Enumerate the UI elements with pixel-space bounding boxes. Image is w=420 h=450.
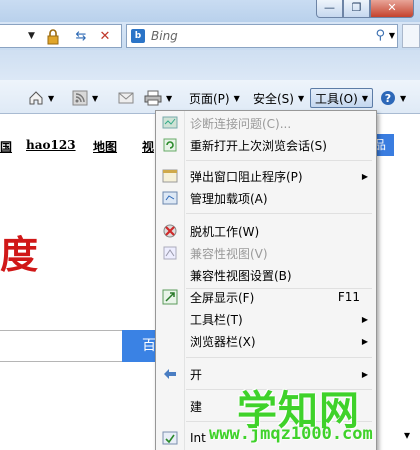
bing-logo-icon: b: [131, 29, 145, 43]
maximize-button[interactable]: ❐: [343, 0, 370, 18]
address-dropdown-icon[interactable]: ▼: [28, 31, 35, 41]
compat-view-icon: [163, 246, 177, 260]
search-dropdown-icon[interactable]: ▼: [389, 31, 395, 40]
lock-icon[interactable]: [46, 29, 60, 45]
internet-options-icon: [162, 431, 178, 445]
chevron-down-icon: ▼: [297, 93, 305, 103]
chevron-down-icon: ▼: [48, 93, 55, 103]
fullscreen-shortcut: F11: [337, 290, 360, 304]
feeds-button[interactable]: ▼: [72, 88, 98, 108]
submenu-arrow-icon: ▶: [361, 336, 368, 346]
watermark-url: www.jmqz1000.com: [209, 424, 373, 444]
stop-icon[interactable]: ✕: [96, 28, 114, 46]
safety-menu-button[interactable]: 安全(S) ▼: [253, 88, 304, 108]
svg-text:?: ?: [385, 92, 391, 105]
chevron-down-icon: ▼: [166, 93, 173, 103]
popup-blocker-icon: [162, 169, 178, 183]
offline-icon: [163, 224, 177, 238]
address-row: ▼ ⇆ ✕ b Bing ⚲ ▼: [0, 22, 420, 50]
search-icon[interactable]: ⚲: [375, 28, 385, 43]
address-bar[interactable]: ▼ ⇆ ✕: [0, 24, 122, 48]
logo-text: 度: [0, 233, 39, 277]
menu-item-manage-addons[interactable]: 管理加载项(A): [158, 187, 374, 209]
help-button[interactable]: ? ▼: [380, 88, 406, 108]
menu-item-fullscreen[interactable]: 全屏显示(F) F11: [158, 286, 374, 308]
search-placeholder: Bing: [151, 29, 178, 43]
nav-link[interactable]: 国: [0, 138, 12, 155]
addons-icon: [162, 191, 178, 205]
chevron-down-icon: ▼: [233, 93, 240, 103]
tab-scroll-button[interactable]: [402, 24, 420, 48]
menu-item-compat-settings[interactable]: 兼容性视图设置(B): [158, 264, 374, 286]
diagnose-icon: [162, 116, 178, 129]
chevron-down-icon: ▼: [361, 93, 368, 103]
search-box[interactable]: b Bing ⚲ ▼: [126, 24, 398, 48]
window-controls: — ❐ ✕: [316, 0, 414, 18]
menu-item-reopen-session[interactable]: 重新打开上次浏览会话(S): [158, 134, 374, 156]
chevron-down-icon: ▼: [92, 93, 99, 103]
tab-row: [0, 50, 420, 80]
menu-item-popup-blocker[interactable]: 弹出窗口阻止程序(P) ▶: [158, 165, 374, 187]
menu-item-compat-view[interactable]: 兼容性视图(V): [158, 242, 374, 264]
refresh-icon[interactable]: ⇆: [72, 28, 90, 46]
scroll-down-icon[interactable]: ▾: [398, 428, 416, 446]
chevron-down-icon: ▼: [400, 93, 407, 103]
safety-menu-label: 安全(S): [253, 91, 294, 106]
title-bar: — ❐ ✕: [0, 0, 420, 22]
close-button[interactable]: ✕: [370, 0, 414, 18]
developer-tools-icon: [164, 369, 176, 379]
fullscreen-icon: [162, 289, 178, 305]
tools-menu-button[interactable]: 工具(O) ▼: [310, 88, 373, 108]
minimize-button[interactable]: —: [316, 0, 343, 18]
submenu-arrow-icon: ▶: [361, 171, 368, 181]
mail-icon: [118, 92, 134, 104]
nav-link-hao123[interactable]: hao123: [26, 138, 76, 152]
printer-icon: [144, 90, 162, 106]
reopen-icon: [163, 138, 177, 152]
nav-link-map[interactable]: 地图: [93, 138, 117, 155]
mail-button[interactable]: [118, 88, 134, 108]
help-icon: ?: [381, 91, 395, 105]
home-icon: [29, 91, 43, 105]
menu-item-toolbars[interactable]: 工具栏(T) ▶: [158, 308, 374, 330]
menu-item-work-offline[interactable]: 脱机工作(W): [158, 220, 374, 242]
menu-item-diagnose[interactable]: 诊断连接问题(C)...: [158, 112, 374, 134]
rss-icon: [72, 90, 88, 106]
submenu-arrow-icon: ▶: [361, 314, 368, 324]
print-button[interactable]: ▼: [144, 88, 172, 108]
nav-link-video[interactable]: 视: [142, 138, 154, 155]
tools-menu-label: 工具(O): [315, 91, 358, 106]
page-menu-label: 页面(P): [189, 91, 230, 106]
menu-item-explorer-bars[interactable]: 浏览器栏(X) ▶: [158, 330, 374, 352]
submenu-arrow-icon: ▶: [361, 369, 368, 379]
home-button[interactable]: ▼: [28, 88, 54, 108]
page-menu-button[interactable]: 页面(P) ▼: [189, 88, 240, 108]
command-bar: ▼ ▼ ▼ 页面(P) ▼ 安全(S) ▼ 工具(O) ▼ ? ▼: [0, 80, 420, 114]
